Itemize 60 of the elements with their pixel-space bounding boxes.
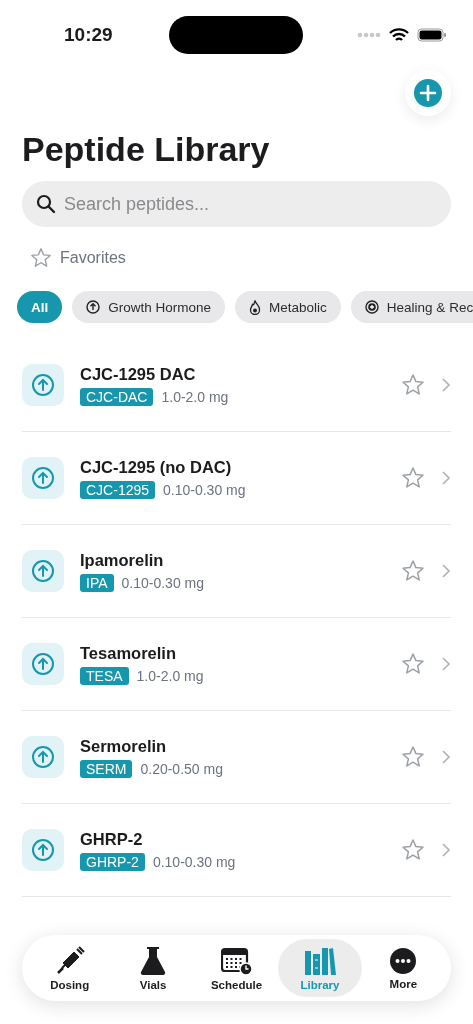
peptide-name: CJC-1295 DAC xyxy=(80,364,197,384)
star-icon[interactable] xyxy=(401,373,425,397)
battery-icon xyxy=(417,28,447,42)
peptide-code-tag: CJC-DAC xyxy=(80,387,154,406)
peptide-code-tag: CJC-1295 xyxy=(80,480,156,499)
arrow-up-circle-icon xyxy=(31,373,55,397)
dose-range: 0.10-0.30 mg xyxy=(121,574,205,591)
peptide-name: Ipamorelin xyxy=(80,550,165,570)
filter-chip[interactable]: Healing & Rec xyxy=(350,291,473,323)
peptide-name: CJC-1295 (no DAC) xyxy=(80,457,233,477)
chevron-right-icon xyxy=(441,749,451,765)
chevron-right-icon xyxy=(441,470,451,486)
peptide-name: Tesamorelin xyxy=(80,643,177,663)
dose-range: 0.20-0.50 mg xyxy=(140,760,223,777)
calendar-clock-icon xyxy=(220,945,253,976)
star-icon[interactable] xyxy=(401,466,425,490)
tab-item[interactable]: Schedule xyxy=(194,939,279,997)
peptide-name: GHRP-2 xyxy=(80,829,144,849)
arrow-up-circle-icon xyxy=(31,652,55,676)
star-icon[interactable] xyxy=(401,559,425,583)
more-icon xyxy=(389,946,418,975)
flask-icon xyxy=(140,945,167,976)
peptide-code-tag: TESA xyxy=(80,666,129,685)
tab-item[interactable]: More xyxy=(361,939,446,997)
wifi-icon xyxy=(389,27,409,43)
arrow-up-circle-icon xyxy=(31,745,55,769)
tab-item[interactable]: Dosing xyxy=(28,939,112,997)
filter-chip[interactable]: Metabolic xyxy=(235,291,341,323)
plus-circle-icon xyxy=(364,300,379,314)
favorites-toggle[interactable]: Favorites xyxy=(30,247,126,269)
signal-icon xyxy=(357,32,381,38)
peptide-code-tag: IPA xyxy=(80,573,114,592)
arrow-up-circle-icon xyxy=(31,466,55,490)
chevron-right-icon xyxy=(441,563,451,579)
peptide-code-tag: GHRP-2 xyxy=(80,852,145,871)
add-button[interactable] xyxy=(405,70,451,116)
chevron-right-icon xyxy=(441,656,451,672)
flame-icon xyxy=(249,299,262,315)
peptide-name: Sermorelin xyxy=(80,736,168,756)
dose-range: 1.0-2.0 mg xyxy=(161,388,229,405)
star-icon[interactable] xyxy=(401,838,425,862)
search-field[interactable]: Search peptides... xyxy=(22,181,451,227)
dose-range: 1.0-2.0 mg xyxy=(136,667,204,684)
peptide-code-tag: SERM xyxy=(80,759,133,778)
dose-range: 0.10-0.30 mg xyxy=(163,481,246,498)
status-time: 10:29 xyxy=(64,24,113,46)
filter-chip[interactable]: Growth Hormone xyxy=(72,291,226,323)
page-title: Peptide Library xyxy=(22,130,271,169)
arrow-up-circle-icon xyxy=(31,838,55,862)
arrow-up-circle-icon xyxy=(86,300,101,314)
star-icon[interactable] xyxy=(401,745,425,769)
dose-range: 0.10-0.30 mg xyxy=(152,853,236,870)
chevron-right-icon xyxy=(441,842,451,858)
star-icon xyxy=(30,247,52,269)
star-icon[interactable] xyxy=(401,652,425,676)
tab-item[interactable]: Vials xyxy=(111,939,195,997)
chevron-right-icon xyxy=(441,377,451,393)
arrow-up-circle-icon xyxy=(31,559,55,583)
plus-icon xyxy=(414,79,442,107)
books-icon xyxy=(303,945,336,976)
